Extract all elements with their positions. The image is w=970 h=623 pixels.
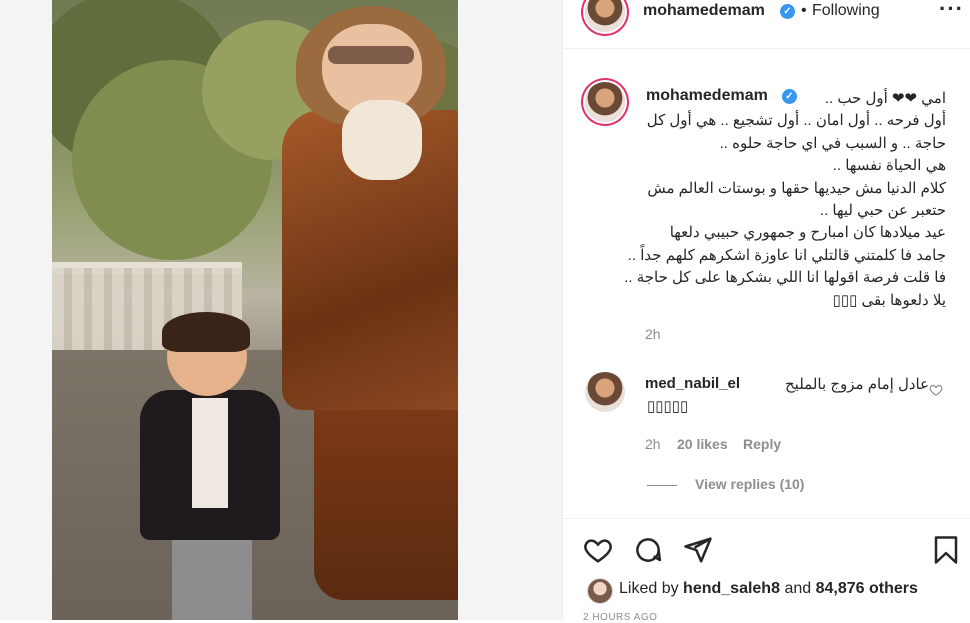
- comment-like-heart-icon[interactable]: [929, 383, 943, 397]
- caption-line: يلا دلعوها بقى ▯▯▯: [832, 291, 946, 309]
- author-username[interactable]: mohamedemam: [643, 2, 765, 20]
- post-header: mohamedemam ✓ • Following ···: [563, 0, 970, 49]
- view-replies-button[interactable]: View replies (10): [695, 476, 804, 492]
- bookmark-icon[interactable]: [931, 535, 961, 565]
- comment-username[interactable]: med_nabil_el: [645, 375, 740, 392]
- caption-line: جامد فا كلمتني قالتلي انا عاوزة اشكرهم ك…: [627, 246, 946, 264]
- caption-line: فا قلت فرصة اقولها انا اللي بشكرها على ك…: [624, 269, 946, 287]
- post-timestamp[interactable]: 2 HOURS AGO: [583, 612, 657, 623]
- post-media-area: [0, 0, 562, 620]
- comment-time[interactable]: 2h: [645, 436, 661, 452]
- comment-text: عادل إمام مزوج بالمليح: [785, 376, 930, 393]
- caption-line: كلام الدنيا مش حيديها حقها و بوستات العا…: [647, 179, 946, 197]
- verified-badge-icon: ✓: [780, 4, 795, 19]
- caption-line: امي ❤❤ أول حب ..: [824, 90, 946, 107]
- caption-line: حتعبر عن حبي ليها ..: [819, 202, 946, 220]
- view-replies-line: [647, 485, 677, 486]
- commenter-avatar[interactable]: [585, 372, 625, 412]
- post-side-panel: mohamedemam ✓ • Following ··· mohamedema…: [562, 0, 970, 623]
- comment-likes[interactable]: 20 likes: [677, 436, 728, 452]
- liked-by-summary[interactable]: Liked by hend_saleh8 and 84,876 others: [619, 580, 918, 598]
- following-button[interactable]: Following: [812, 2, 880, 20]
- post-photo[interactable]: [52, 0, 458, 620]
- boy-hair: [162, 312, 250, 352]
- author-avatar[interactable]: [585, 0, 625, 32]
- caption-line: هي الحياة نفسها ..: [832, 157, 946, 175]
- boy-legs: [172, 530, 252, 620]
- liker-avatar[interactable]: [587, 578, 613, 604]
- liked-by-middle: and: [784, 580, 812, 597]
- boy-shirt: [192, 398, 228, 508]
- liked-by-count[interactable]: 84,876 others: [816, 580, 918, 597]
- sunglasses: [328, 46, 414, 64]
- comment-icon[interactable]: [633, 535, 663, 565]
- send-icon[interactable]: [683, 535, 713, 565]
- separator-dot: •: [801, 2, 807, 19]
- liked-by-prefix: Liked by: [619, 580, 679, 597]
- more-horizontal-icon[interactable]: ···: [939, 0, 964, 22]
- caption-author-avatar[interactable]: [585, 82, 625, 122]
- post-actions-bar: Liked by hend_saleh8 and 84,876 others: [563, 518, 970, 621]
- comment-reply-button[interactable]: Reply: [743, 436, 781, 452]
- caption-timestamp[interactable]: 2h: [645, 326, 661, 342]
- woman-skirt: [314, 400, 458, 600]
- caption-text: امي ❤❤ أول حب .. أول فرحه .. أول امان ..…: [624, 88, 946, 312]
- caption-line: عيد ميلادها كان امبارح و جمهوري حبيبي دل…: [669, 224, 946, 242]
- heart-icon[interactable]: [583, 535, 613, 565]
- liked-by-user[interactable]: hend_saleh8: [683, 580, 780, 597]
- comment-emoji: ▯▯▯▯▯: [647, 398, 689, 415]
- woman-collar: [342, 100, 422, 180]
- caption-line: حاجة .. و السبب في اي حاجة حلوه ..: [719, 134, 946, 152]
- caption-line: أول فرحه .. أول امان .. أول تشجيع .. هي …: [646, 112, 946, 130]
